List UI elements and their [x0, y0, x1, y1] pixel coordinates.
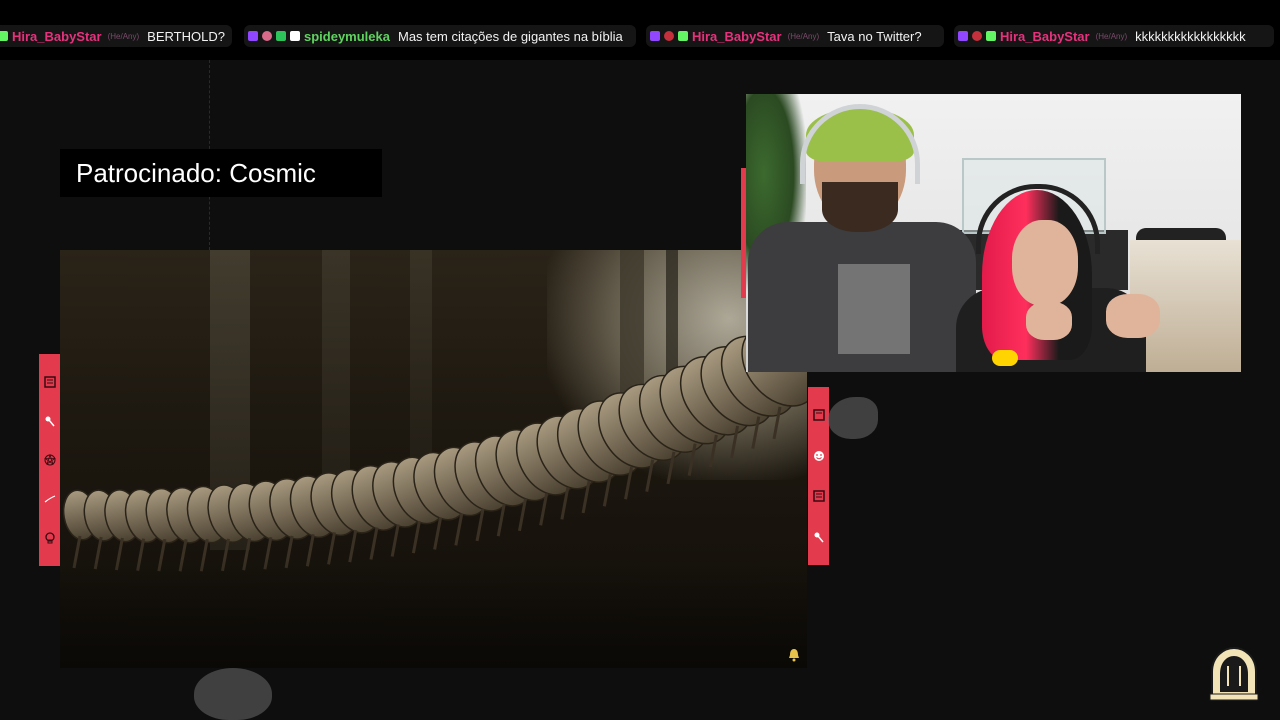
frame-icon — [812, 409, 825, 421]
video-player[interactable] — [60, 250, 807, 668]
leg — [433, 517, 443, 550]
streamer-left — [748, 104, 976, 372]
chat-pronoun: (He/Any) — [787, 31, 820, 41]
chat-text: BERTHOLD? — [147, 28, 225, 44]
sub-badge-icon — [248, 31, 258, 41]
chat-username: spideymuleka — [304, 28, 390, 44]
chat-ticker: Hira_BabyStar (He/Any) BERTHOLD? spideym… — [0, 0, 1280, 60]
leg — [390, 524, 400, 557]
webcam-feed — [746, 94, 1241, 372]
decor-strip-right — [808, 387, 829, 565]
chat-text: Tava no Twitter? — [827, 28, 922, 44]
chat-message: Hira_BabyStar (He/Any) BERTHOLD? — [0, 25, 232, 47]
pentagram-icon — [43, 453, 56, 466]
chat-text: kkkkkkkkkkkkkkkkk — [1135, 28, 1246, 44]
alien-logo-icon — [1209, 646, 1259, 701]
chat-message: spideymuleka Mas tem citações de gigante… — [244, 25, 636, 47]
skull-icon — [44, 532, 55, 544]
avatar-badge-icon — [262, 31, 272, 41]
smiley-icon — [813, 450, 824, 461]
bell-icon[interactable] — [787, 648, 801, 662]
check-badge-icon — [276, 31, 286, 41]
chat-pronoun: (He/Any) — [107, 31, 140, 41]
webcam-accent-bar — [741, 168, 746, 298]
sub-badge-icon — [958, 31, 968, 41]
headset-icon — [800, 104, 920, 184]
streamer-right — [952, 184, 1184, 372]
ghost-shape — [828, 397, 878, 439]
forest-floor — [60, 558, 807, 668]
frame-icon — [43, 375, 56, 388]
decor-strip-left — [39, 354, 60, 566]
chat-username: Hira_BabyStar — [1000, 28, 1090, 44]
headset-icon — [976, 184, 1100, 254]
leg — [411, 520, 421, 554]
spoon-icon — [45, 416, 55, 427]
chat-badge-icon — [986, 31, 996, 41]
frame-icon — [812, 490, 825, 502]
chat-message: Hira_BabyStar (He/Any) kkkkkkkkkkkkkkkkk — [954, 25, 1274, 47]
chat-text: Mas tem citações de gigantes na bíblia — [398, 28, 623, 44]
leg — [369, 527, 379, 560]
chat-username: Hira_BabyStar — [12, 28, 102, 44]
chat-badge-icon — [678, 31, 688, 41]
chat-pronoun: (He/Any) — [1095, 31, 1128, 41]
chat-username: Hira_BabyStar — [692, 28, 782, 44]
ghost-shape — [194, 668, 272, 720]
fox-badge-icon — [290, 31, 300, 41]
curve-icon — [44, 495, 55, 503]
avatar-badge-icon — [664, 31, 674, 41]
chat-message: Hira_BabyStar (He/Any) Tava no Twitter? — [646, 25, 944, 47]
sub-badge-icon — [650, 31, 660, 41]
chat-badge-icon — [0, 31, 8, 41]
avatar-badge-icon — [972, 31, 982, 41]
sponsor-label: Patrocinado: Cosmic — [60, 149, 382, 197]
spoon-icon — [814, 532, 824, 543]
microphone-icon — [992, 350, 1018, 366]
